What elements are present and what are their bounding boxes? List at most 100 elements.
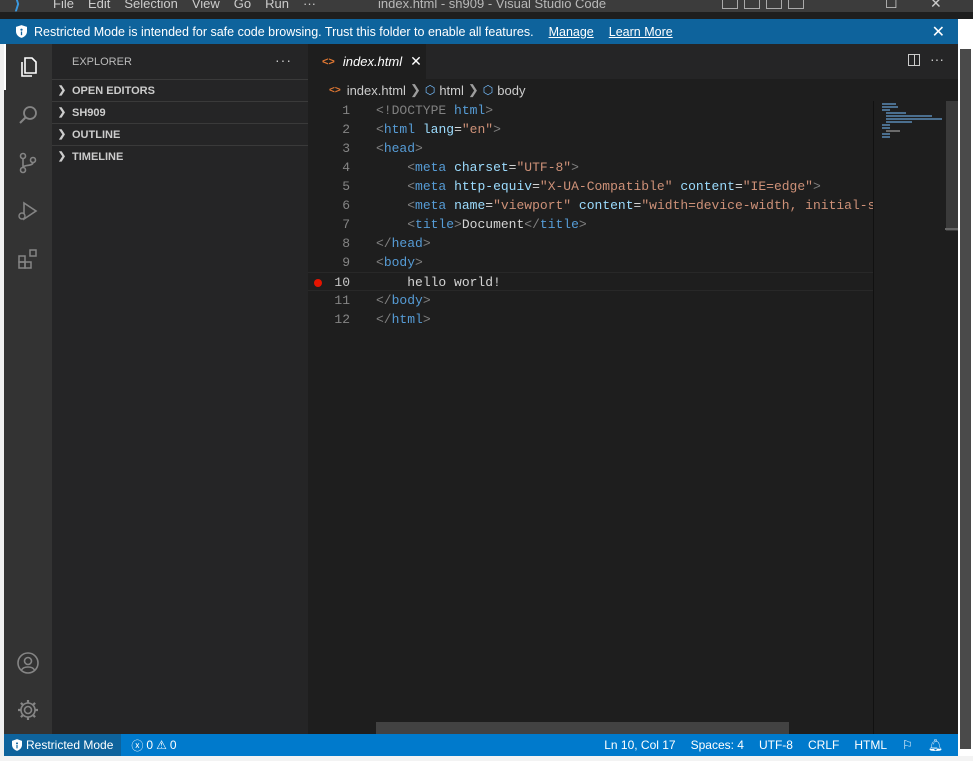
minimap[interactable]: [873, 101, 946, 734]
end-of-line[interactable]: CRLF: [808, 738, 839, 752]
line-number: 7: [342, 217, 350, 232]
split-editor-icon[interactable]: [908, 54, 920, 66]
chevron-right-icon: ❯: [467, 82, 479, 97]
maximize-icon[interactable]: ☐: [885, 0, 898, 12]
problems-status[interactable]: ⓧ 0 ⚠ 0: [131, 737, 176, 754]
status-bar: Restricted Mode ⓧ 0 ⚠ 0 Ln 10, Col 17 Sp…: [4, 734, 958, 756]
breadcrumb-body[interactable]: body: [497, 83, 525, 98]
restricted-mode-label: Restricted Mode: [26, 738, 114, 752]
section-outline[interactable]: ❯ OUTLINE: [52, 123, 308, 145]
line-number: 8: [342, 236, 350, 251]
code-line: 8 </head>: [308, 234, 873, 253]
toggle-panel-icon[interactable]: [744, 0, 760, 9]
menu-edit[interactable]: Edit: [81, 0, 117, 11]
code-editor[interactable]: 1 <!DOCTYPE html> 2 <html lang="en"> 3 <hea…: [308, 101, 883, 721]
section-timeline[interactable]: ❯ TIMELINE: [52, 145, 308, 167]
language-mode[interactable]: HTML: [854, 738, 887, 752]
menu-file[interactable]: File: [46, 0, 81, 11]
line-content: </head>: [376, 236, 431, 251]
window-bottom-edge: [0, 756, 973, 761]
tab-close-icon[interactable]: ✕: [410, 53, 422, 70]
breadcrumb: <> index.html ❯ ⬡ html ❯ ⬡ body: [308, 79, 873, 101]
restricted-mode-status[interactable]: Restricted Mode: [4, 734, 122, 756]
line-number: 4: [342, 160, 350, 175]
breadcrumb-html[interactable]: html: [439, 83, 464, 98]
search-icon[interactable]: [4, 92, 52, 138]
menu-more[interactable]: ···: [296, 0, 323, 11]
line-content: hello world!: [407, 275, 501, 290]
toggle-sidebar-icon[interactable]: [722, 0, 738, 9]
menu-run[interactable]: Run: [258, 0, 296, 11]
code-line-current: 10 hello world!: [308, 272, 873, 291]
chevron-right-icon: ❯: [57, 151, 67, 162]
toggle-secondary-sidebar-icon[interactable]: [766, 0, 782, 9]
horizontal-scrollbar[interactable]: [376, 722, 789, 734]
error-icon: ⓧ: [131, 738, 144, 753]
line-number: 1: [342, 103, 350, 118]
section-label: TIMELINE: [72, 150, 124, 163]
vscode-logo-icon: ⟩: [14, 0, 21, 12]
banner-close-icon[interactable]: ✕: [932, 22, 945, 42]
window-close-icon[interactable]: ✕: [930, 0, 942, 12]
menu-bar: File Edit Selection View Go Run ···: [46, 0, 323, 11]
explorer-sidebar: EXPLORER ··· ❯ OPEN EDITORS ❯ SH909 ❯ OUTLI…: [52, 44, 308, 734]
breadcrumb-file[interactable]: index.html: [347, 83, 406, 98]
tab-index-html[interactable]: <> index.html ✕: [308, 44, 426, 79]
menu-go[interactable]: Go: [227, 0, 258, 11]
scrollbar-thumb[interactable]: [946, 101, 958, 231]
settings-gear-icon[interactable]: [4, 687, 52, 733]
sidebar-header: EXPLORER ···: [52, 44, 308, 79]
line-number: 12: [334, 312, 350, 327]
line-number: 2: [342, 122, 350, 137]
encoding[interactable]: UTF-8: [759, 738, 793, 752]
symbol-element-icon: ⬡: [424, 83, 436, 97]
section-label: OUTLINE: [72, 128, 121, 141]
run-debug-icon[interactable]: [4, 188, 52, 234]
accounts-icon[interactable]: [4, 640, 52, 686]
customize-layout-icon[interactable]: [788, 0, 804, 9]
editor-more-actions-icon[interactable]: ···: [930, 51, 944, 67]
code-line: 5 <meta http-equiv="X-UA-Compatible" con…: [308, 177, 873, 196]
activity-bar: [4, 44, 52, 734]
sidebar-title: EXPLORER: [72, 55, 132, 68]
menu-view[interactable]: View: [185, 0, 227, 11]
code-line: 1 <!DOCTYPE html>: [308, 101, 873, 120]
menu-selection[interactable]: Selection: [117, 0, 184, 11]
chevron-right-icon: ❯: [409, 82, 421, 97]
code-line: 7 <title>Document</title>: [308, 215, 873, 234]
line-content: <meta http-equiv="X-UA-Compatible" conte…: [407, 179, 821, 194]
line-number: 10: [334, 275, 350, 290]
sidebar-more-actions[interactable]: ···: [275, 52, 292, 68]
section-sh909[interactable]: ❯ SH909: [52, 101, 308, 123]
line-number: 5: [342, 179, 350, 194]
html-file-icon: <>: [322, 55, 335, 68]
shield-icon: [12, 739, 22, 751]
feedback-icon[interactable]: ⚐: [902, 738, 913, 752]
section-open-editors[interactable]: ❯ OPEN EDITORS: [52, 79, 308, 101]
shield-icon: [16, 25, 27, 38]
code-line: 3 <head>: [308, 139, 873, 158]
line-number: 9: [342, 255, 350, 270]
section-label: OPEN EDITORS: [72, 84, 155, 97]
notifications-bell-icon[interactable]: 🔔︎: [928, 738, 943, 752]
extensions-icon[interactable]: [4, 236, 52, 282]
window-right-edge: [958, 19, 973, 761]
cursor-position[interactable]: Ln 10, Col 17: [604, 738, 675, 752]
line-number: 6: [342, 198, 350, 213]
line-content: <meta charset="UTF-8">: [407, 160, 579, 175]
line-content: <html lang="en">: [376, 122, 501, 137]
line-content: <!DOCTYPE html>: [376, 103, 494, 118]
learn-more-link[interactable]: Learn More: [609, 25, 673, 39]
banner-message: Restricted Mode is intended for safe cod…: [34, 24, 534, 39]
status-right: Ln 10, Col 17 Spaces: 4 UTF-8 CRLF HTML …: [604, 734, 958, 756]
indentation[interactable]: Spaces: 4: [691, 738, 744, 752]
vertical-scrollbar[interactable]: [945, 101, 958, 734]
line-number: 11: [334, 293, 350, 308]
line-content: <meta name="viewport" content="width=dev…: [407, 198, 884, 213]
manage-link[interactable]: Manage: [549, 25, 594, 39]
explorer-icon[interactable]: [4, 44, 52, 90]
tab-label: index.html: [342, 54, 403, 69]
source-control-icon[interactable]: [4, 140, 52, 186]
code-line: 6 <meta name="viewport" content="width=d…: [308, 196, 883, 215]
html-file-icon: <>: [329, 84, 341, 96]
